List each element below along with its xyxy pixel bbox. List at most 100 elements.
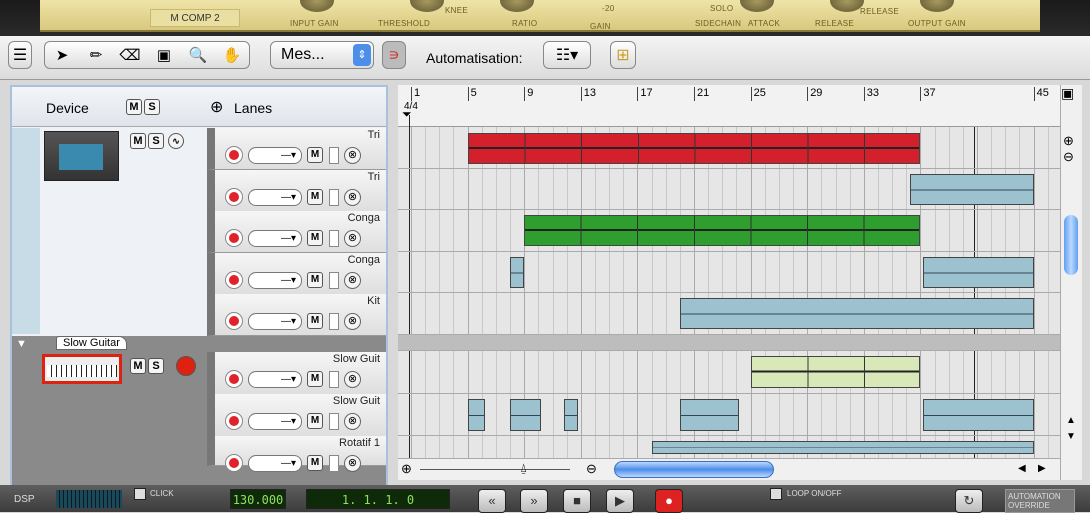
clip[interactable] [923, 257, 1034, 288]
delete-lane-button[interactable]: ⊗ [344, 271, 361, 289]
fast-forward-button[interactable]: » [520, 489, 548, 513]
clip[interactable] [563, 399, 578, 431]
hand-tool-icon[interactable]: ✋ [220, 46, 244, 64]
playhead[interactable] [409, 115, 410, 458]
timeline-ruler[interactable]: 1 5 9 13 17 21 25 29 33 37 45 [398, 85, 1060, 127]
scroll-right-icon[interactable]: ▶ [1038, 463, 1046, 474]
zoom-slider[interactable] [420, 469, 570, 470]
solo-all-button[interactable]: S [144, 99, 160, 115]
delete-lane-button[interactable]: ⊗ [344, 188, 361, 206]
clip[interactable] [679, 298, 1034, 329]
clip[interactable] [467, 133, 921, 164]
lane[interactable]: Tri —▾ M ⊗ [207, 169, 386, 212]
clip[interactable] [910, 174, 1034, 205]
lane[interactable]: Conga —▾ M ⊗ [207, 252, 386, 295]
rewind-button[interactable]: « [478, 489, 506, 513]
track-mute-button[interactable]: M [130, 358, 146, 374]
clip[interactable] [679, 399, 740, 431]
lane[interactable]: Rotatif 1 —▾ M ⊗ [207, 436, 386, 472]
lane-mute-button[interactable]: M [307, 188, 323, 205]
scroll-down-icon[interactable]: ▼ [1066, 431, 1076, 442]
punch-button[interactable]: ↻ [955, 489, 983, 513]
tempo-display[interactable]: 130.000 [230, 489, 286, 509]
lane-select[interactable]: —▾ [248, 271, 302, 289]
clip[interactable] [524, 215, 921, 246]
stop-button[interactable]: ■ [563, 489, 591, 513]
record-enable-button[interactable] [176, 356, 196, 376]
pencil-tool-icon[interactable]: ✏ [84, 46, 108, 64]
lane-mute-button[interactable]: M [307, 230, 323, 246]
lane-view-icon[interactable]: ▣ [1061, 85, 1074, 102]
lane-select[interactable]: —▾ [248, 230, 302, 247]
lane-mute-button[interactable]: M [307, 455, 323, 471]
vertical-scroll-thumb[interactable] [1064, 215, 1078, 275]
delete-lane-button[interactable]: ⊗ [344, 371, 361, 388]
lane-select[interactable]: —▾ [248, 455, 302, 472]
lane-select[interactable]: —▾ [248, 147, 302, 164]
lane-select[interactable]: —▾ [248, 188, 302, 206]
lane[interactable]: Kit —▾ M ⊗ [207, 294, 386, 336]
lane-mute-button[interactable]: M [307, 271, 323, 288]
record-lane-button[interactable] [225, 412, 243, 430]
magnify-tool-icon[interactable]: 🔍 [186, 46, 210, 64]
delete-lane-button[interactable]: ⊗ [344, 413, 361, 430]
scroll-left-icon[interactable]: ◀ [1018, 463, 1026, 474]
collapse-triangle-icon[interactable]: ▼ [16, 338, 27, 350]
play-button[interactable]: ▶ [606, 489, 634, 513]
lane-select[interactable]: —▾ [248, 313, 302, 330]
delete-lane-button[interactable]: ⊗ [344, 455, 361, 472]
lane-mute-button[interactable]: M [307, 313, 323, 329]
scroll-up-icon[interactable]: ▲ [1066, 415, 1076, 426]
automation-menu-button[interactable]: ☷▾ [543, 41, 591, 69]
record-lane-button[interactable] [225, 370, 243, 388]
record-lane-button[interactable] [225, 229, 243, 247]
zoom-out-icon[interactable]: ⊖ [1063, 149, 1074, 165]
lane[interactable]: Tri —▾ M ⊗ [207, 128, 386, 170]
song-start-marker-icon[interactable]: ⏷ [402, 107, 412, 122]
mute-all-button[interactable]: M [126, 99, 142, 115]
loop-checkbox[interactable] [770, 488, 782, 500]
arrangement-view[interactable]: 1 5 9 13 17 21 25 29 33 37 45 4/4 ⏷ [398, 85, 1060, 458]
add-lane-icon[interactable]: ⊕ [210, 97, 223, 117]
lane[interactable]: Slow Guit —▾ M ⊗ [207, 352, 386, 395]
record-lane-button[interactable] [225, 454, 243, 472]
delete-lane-button[interactable]: ⊗ [344, 230, 361, 247]
zoom-slider-handle[interactable]: ⍙ [520, 461, 527, 476]
lane-mute-button[interactable]: M [307, 413, 323, 429]
clip[interactable] [923, 399, 1034, 431]
lane-select[interactable]: —▾ [248, 371, 302, 388]
delete-lane-button[interactable]: ⊗ [344, 313, 361, 330]
zoom-in-icon[interactable]: ⊕ [401, 461, 412, 477]
track-solo-button[interactable]: S [148, 358, 164, 374]
clip[interactable] [510, 399, 542, 431]
horizontal-scroll-thumb[interactable] [614, 461, 774, 478]
click-checkbox[interactable] [134, 488, 146, 500]
insert-device-button[interactable]: ⊞ [610, 41, 636, 69]
lane-mute-button[interactable]: M [307, 371, 323, 387]
snap-select[interactable]: Mes... ⇕ [270, 41, 374, 69]
record-lane-button[interactable] [225, 312, 243, 330]
zoom-in-icon[interactable]: ⊕ [1063, 133, 1074, 149]
position-display[interactable]: 1. 1. 1. 0 [306, 489, 450, 509]
arrow-tool-icon[interactable]: ➤ [50, 46, 74, 64]
record-lane-button[interactable] [225, 146, 243, 164]
record-button[interactable]: ● [655, 489, 683, 513]
monitor-icon[interactable]: ∿ [168, 133, 184, 149]
vertical-scrollbar[interactable]: ▣ ⊕ ⊖ ▲ ▼ [1060, 85, 1082, 480]
track-name-tab[interactable]: Slow Guitar [56, 336, 127, 350]
record-lane-button[interactable] [225, 187, 243, 206]
lane[interactable]: Slow Guit —▾ M ⊗ [207, 394, 386, 437]
zoom-out-icon[interactable]: ⊖ [586, 461, 597, 477]
delete-lane-button[interactable]: ⊗ [344, 147, 361, 164]
lane-select[interactable]: —▾ [248, 413, 302, 430]
clip[interactable] [651, 441, 1034, 454]
razor-tool-icon[interactable]: ▣ [152, 46, 176, 64]
snap-toggle-button[interactable]: ∍ [382, 41, 406, 69]
clip[interactable] [750, 356, 921, 388]
record-lane-button[interactable] [225, 270, 243, 289]
clip[interactable] [510, 257, 525, 288]
track-list-button[interactable]: ☰ [8, 41, 32, 69]
lane-mute-button[interactable]: M [307, 147, 323, 163]
device-name-display[interactable]: M COMP 2 [150, 9, 240, 27]
automation-override-button[interactable]: AUTOMATION OVERRIDE [1005, 489, 1075, 513]
